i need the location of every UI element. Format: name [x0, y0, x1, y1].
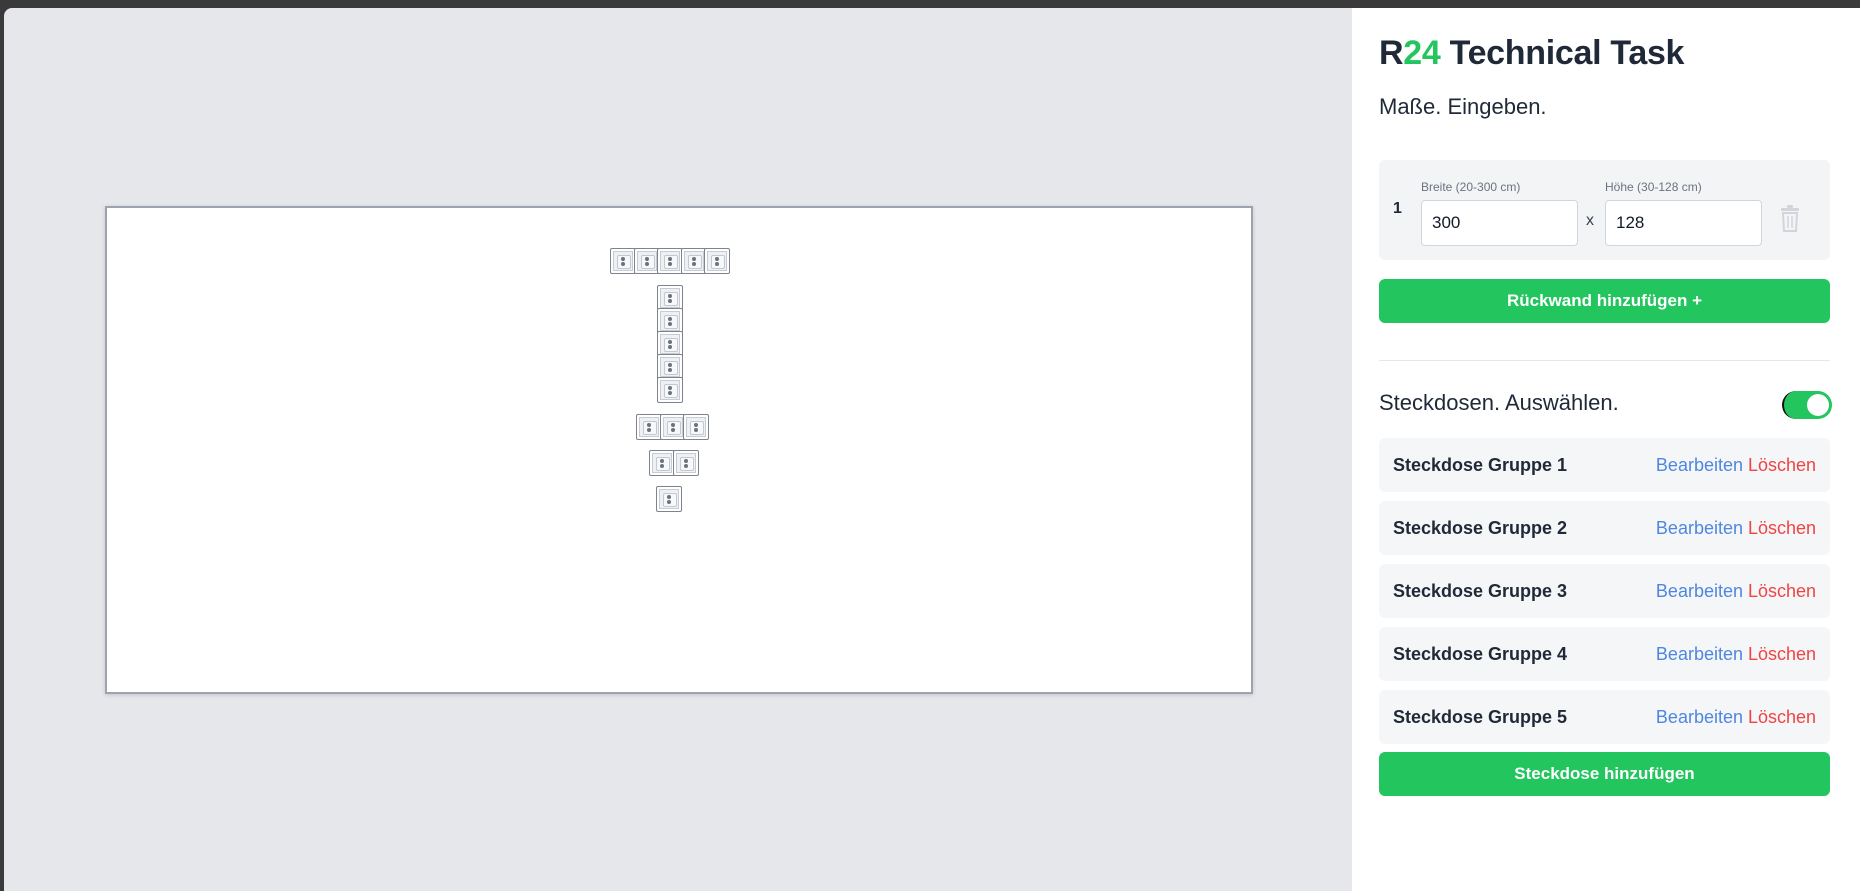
width-label: Breite (20-300 cm) — [1421, 180, 1521, 194]
socket-group-item: Steckdose Gruppe 4 Bearbeiten Löschen — [1379, 627, 1830, 681]
socket-group-name: Steckdose Gruppe 5 — [1393, 707, 1568, 727]
socket-group-item: Steckdose Gruppe 5 Bearbeiten Löschen — [1379, 690, 1830, 744]
socket-icon[interactable] — [636, 414, 662, 440]
height-label: Höhe (30-128 cm) — [1605, 180, 1702, 194]
row-index: 1 — [1393, 200, 1402, 217]
socket-icon[interactable] — [657, 248, 683, 274]
dimensions-section-title: Maße. Eingeben. — [1379, 94, 1547, 119]
title-accent: 24 — [1403, 34, 1441, 72]
socket-icon[interactable] — [633, 248, 660, 274]
socket-icon[interactable] — [680, 248, 707, 274]
edit-group-link[interactable]: Bearbeiten — [1656, 707, 1743, 728]
socket-icon[interactable] — [657, 377, 683, 403]
times-sign: x — [1586, 212, 1594, 229]
socket-icon[interactable] — [656, 486, 682, 512]
add-back-wall-button[interactable]: Rückwand hinzufügen + — [1379, 279, 1830, 323]
socket-group-name: Steckdose Gruppe 1 — [1393, 455, 1568, 475]
back-wall-preview[interactable] — [105, 206, 1253, 694]
height-input[interactable] — [1605, 200, 1762, 246]
title-suffix: Technical Task — [1440, 34, 1685, 72]
trash-icon[interactable] — [1777, 204, 1803, 234]
preview-area — [4, 8, 1352, 891]
socket-icon[interactable] — [683, 414, 709, 440]
socket-icon[interactable] — [704, 248, 730, 274]
edit-group-link[interactable]: Bearbeiten — [1656, 455, 1743, 476]
edit-group-link[interactable]: Bearbeiten — [1656, 644, 1743, 665]
toggle-knob — [1807, 394, 1829, 416]
socket-group-item: Steckdose Gruppe 1 Bearbeiten Löschen — [1379, 438, 1830, 492]
edit-group-link[interactable]: Bearbeiten — [1656, 581, 1743, 602]
add-socket-button[interactable]: Steckdose hinzufügen — [1379, 752, 1830, 796]
edit-group-link[interactable]: Bearbeiten — [1656, 518, 1743, 539]
sockets-section-title: Steckdosen. Auswählen. — [1379, 390, 1619, 415]
socket-group-name: Steckdose Gruppe 3 — [1393, 581, 1568, 601]
title-prefix: R — [1379, 34, 1404, 72]
delete-group-link[interactable]: Löschen — [1748, 644, 1816, 665]
delete-group-link[interactable]: Löschen — [1748, 455, 1816, 476]
socket-group-item: Steckdose Gruppe 2 Bearbeiten Löschen — [1379, 501, 1830, 555]
delete-group-link[interactable]: Löschen — [1748, 581, 1816, 602]
app-window: R24 Technical Task Maße. Eingeben. 1 Bre… — [4, 8, 1860, 891]
section-divider — [1379, 360, 1830, 361]
socket-group-name: Steckdose Gruppe 4 — [1393, 644, 1568, 664]
width-input[interactable] — [1421, 200, 1578, 246]
socket-group-item: Steckdose Gruppe 3 Bearbeiten Löschen — [1379, 564, 1830, 618]
socket-group-name: Steckdose Gruppe 2 — [1393, 518, 1568, 538]
socket-icon[interactable] — [659, 414, 686, 440]
delete-group-link[interactable]: Löschen — [1748, 518, 1816, 539]
delete-group-link[interactable]: Löschen — [1748, 707, 1816, 728]
app-title: R24 Technical Task — [1379, 34, 1684, 73]
sockets-toggle[interactable] — [1782, 391, 1832, 419]
socket-icon[interactable] — [649, 450, 675, 476]
socket-icon[interactable] — [672, 450, 699, 476]
configuration-sidebar: R24 Technical Task Maße. Eingeben. 1 Bre… — [1352, 8, 1860, 891]
dimension-row: 1 Breite (20-300 cm) x Höhe (30-128 cm) — [1379, 160, 1830, 260]
socket-icon[interactable] — [610, 248, 636, 274]
